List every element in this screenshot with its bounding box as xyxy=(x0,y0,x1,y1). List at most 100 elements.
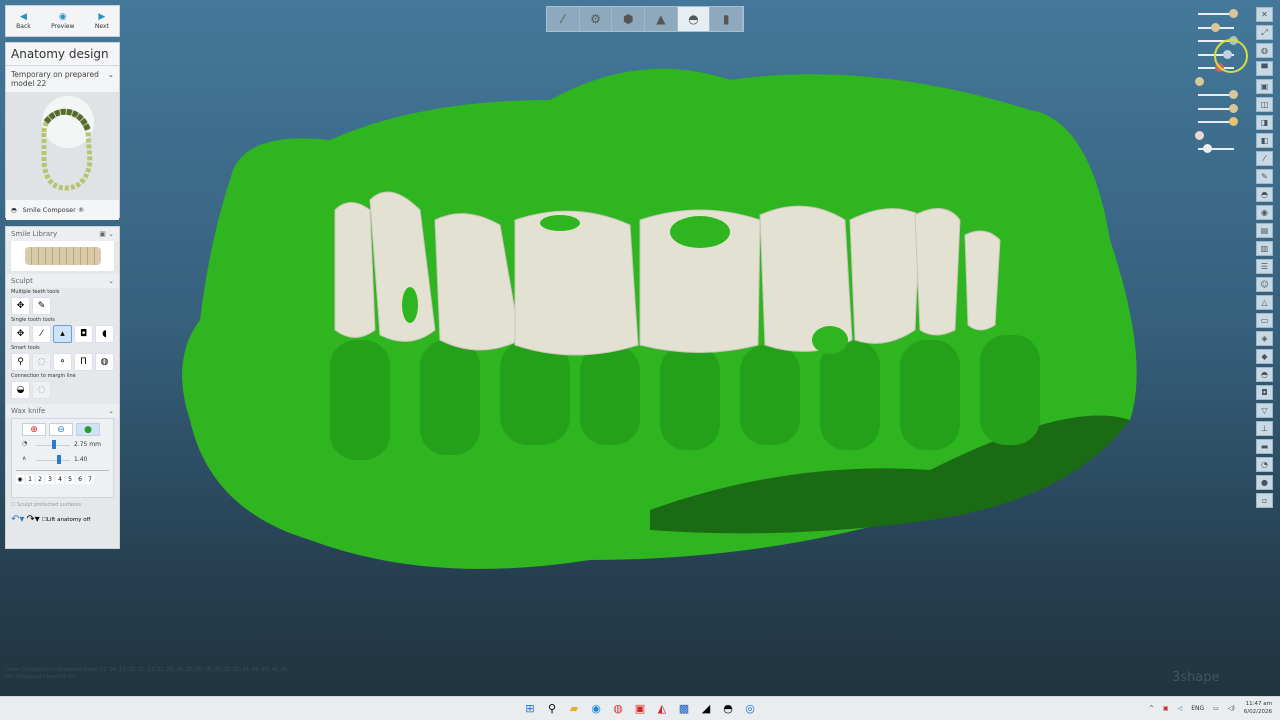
language-indicator[interactable]: ENG xyxy=(1191,705,1204,712)
next-button[interactable]: ▶ Next xyxy=(95,12,109,30)
file-explorer-icon[interactable]: ▰ xyxy=(566,701,582,717)
level-button[interactable]: 3 xyxy=(46,475,54,484)
visibility-slider[interactable] xyxy=(1195,8,1240,22)
volume-icon[interactable]: ◁) xyxy=(1228,705,1235,712)
margin-tool-1[interactable]: ◒ xyxy=(11,381,30,399)
view-icon[interactable]: ◍ xyxy=(1256,43,1273,58)
app-icon[interactable]: ▩ xyxy=(676,701,692,717)
layer-icon[interactable]: ▭ xyxy=(1256,313,1273,328)
visibility-slider[interactable] xyxy=(1195,116,1240,130)
smart-tool-2[interactable]: ◌ xyxy=(32,353,51,371)
smart-tool-4[interactable]: Π xyxy=(74,353,93,371)
undo-button[interactable]: ↶▾ xyxy=(11,514,24,525)
smile-composer-button[interactable]: ◓ Smile Composer ® xyxy=(6,200,119,220)
wax-knife-tool[interactable]: ▴ xyxy=(53,325,72,343)
protect-checkbox[interactable]: ☐ Sculpt protected surfaces xyxy=(6,501,119,509)
tool-icon[interactable]: ▥ xyxy=(1256,241,1273,256)
tool-icon[interactable]: ▫ xyxy=(1256,493,1273,508)
location-icon[interactable]: ◁ xyxy=(1178,705,1183,712)
remove-material-button[interactable]: ⊖ xyxy=(49,423,73,436)
windows-start-icon[interactable]: ⊞ xyxy=(522,701,538,717)
tool-icon[interactable]: ⊥ xyxy=(1256,421,1273,436)
preview-button[interactable]: ◉ Preview xyxy=(51,12,74,30)
crown-step-icon[interactable]: ▮ xyxy=(710,7,744,31)
hat-icon[interactable]: ▀ xyxy=(1256,61,1273,76)
dental-app-icon[interactable]: ◓ xyxy=(720,701,736,717)
crown-icon[interactable]: ◓ xyxy=(1256,367,1273,382)
fit-view-icon[interactable]: ⤢ xyxy=(1256,25,1273,40)
anatomy-step-icon[interactable]: ◓ xyxy=(677,7,711,31)
visibility-slider[interactable] xyxy=(1195,103,1240,117)
restoration-select[interactable]: Temporary on prepared model 22 ⌄ xyxy=(6,66,119,92)
margin-tool-2[interactable]: ◌ xyxy=(32,381,51,399)
network-icon[interactable]: ▭ xyxy=(1213,705,1219,712)
chevron-up-icon[interactable]: ^ xyxy=(1149,705,1154,712)
tool-icon[interactable]: ◘ xyxy=(1256,385,1273,400)
tool-icon[interactable]: ▬ xyxy=(1256,439,1273,454)
3d-dental-model[interactable] xyxy=(170,40,1160,585)
visibility-slider[interactable] xyxy=(1195,22,1240,36)
pdf-icon[interactable]: ◭ xyxy=(654,701,670,717)
tool-icon[interactable]: ◆ xyxy=(1256,349,1273,364)
crown-tool[interactable]: ◘ xyxy=(74,325,93,343)
insertion-step-icon[interactable]: ⬢ xyxy=(612,7,646,31)
redo-button[interactable]: ↷▾ xyxy=(26,514,39,525)
back-button[interactable]: ◀ Back xyxy=(16,12,31,30)
tool-icon[interactable]: ▤ xyxy=(1256,223,1273,238)
visibility-slider[interactable] xyxy=(1195,143,1240,157)
prep-step-icon[interactable]: ⚙ xyxy=(580,7,613,31)
visibility-slider[interactable] xyxy=(1195,89,1240,103)
multi-arch-tool[interactable]: ✎ xyxy=(32,297,51,315)
single-knife-tool[interactable]: ⁄ xyxy=(32,325,51,343)
view-top-icon[interactable]: ◫ xyxy=(1256,97,1273,112)
die-step-icon[interactable]: ▲ xyxy=(645,7,678,31)
level-button[interactable]: 7 xyxy=(86,475,94,484)
tooth-tool-icon[interactable]: ◓ xyxy=(1256,187,1273,202)
smooth-button[interactable]: ● xyxy=(76,423,100,436)
view-front-icon[interactable]: ▣ xyxy=(1256,79,1273,94)
color-icon[interactable]: ● xyxy=(1256,475,1273,490)
view-side-icon[interactable]: ◨ xyxy=(1256,115,1273,130)
lift-anatomy-checkbox[interactable]: ☐Lift anatomy off xyxy=(42,517,91,523)
tool-icon[interactable]: ◈ xyxy=(1256,331,1273,346)
multi-move-tool[interactable]: ✥ xyxy=(11,297,30,315)
view-back-icon[interactable]: ◧ xyxy=(1256,133,1273,148)
level-button[interactable]: 2 xyxy=(36,475,44,484)
tool-icon[interactable]: ☰ xyxy=(1256,259,1273,274)
smart-tool-5[interactable]: ◍ xyxy=(95,353,114,371)
level-button[interactable]: 4 xyxy=(56,475,64,484)
tool-icon[interactable]: ◔ xyxy=(1256,457,1273,472)
smart-tool-1[interactable]: ⚲ xyxy=(11,353,30,371)
wax-knife-header[interactable]: Wax knife ⌄ xyxy=(6,404,119,418)
single-move-tool[interactable]: ✥ xyxy=(11,325,30,343)
app-tray-icon[interactable]: ▣ xyxy=(1163,705,1169,712)
search-icon[interactable]: ⚲ xyxy=(544,701,560,717)
add-material-button[interactable]: ⊕ xyxy=(22,423,46,436)
level-button[interactable]: 1 xyxy=(26,475,34,484)
app-icon[interactable]: ▣ xyxy=(632,701,648,717)
measure-icon[interactable]: ⁄ xyxy=(1256,151,1273,166)
edge-icon[interactable]: ◉ xyxy=(588,701,604,717)
strength-slider[interactable]: ∧ 1.40 xyxy=(22,455,102,465)
app-icon[interactable]: ◢ xyxy=(698,701,714,717)
smart-tool-3[interactable]: ⚬ xyxy=(53,353,72,371)
close-icon[interactable]: ✕ xyxy=(1256,7,1273,22)
visibility-slider[interactable] xyxy=(1195,130,1240,144)
level-button[interactable]: 6 xyxy=(76,475,84,484)
person-icon[interactable]: ☺ xyxy=(1256,277,1273,292)
camera-icon[interactable]: ◉ xyxy=(1256,205,1273,220)
chrome-icon[interactable]: ◍ xyxy=(610,701,626,717)
visibility-slider[interactable] xyxy=(1195,76,1240,90)
shape-tool[interactable]: ◖ xyxy=(95,325,114,343)
teamviewer-icon[interactable]: ◎ xyxy=(742,701,758,717)
smile-library-thumbnail[interactable] xyxy=(11,241,114,271)
clock[interactable]: 11:47 am 6/02/2026 xyxy=(1244,700,1272,716)
smile-library-header[interactable]: Smile Library ▣ ⌄ xyxy=(6,227,119,241)
section-icon[interactable]: △ xyxy=(1256,295,1273,310)
filter-icon[interactable]: ▽ xyxy=(1256,403,1273,418)
level-button[interactable]: 5 xyxy=(66,475,74,484)
margin-step-icon[interactable]: ⁄ xyxy=(547,7,580,31)
tooth-arch-chart[interactable] xyxy=(6,92,119,200)
sculpt-header[interactable]: Sculpt ⌄ xyxy=(6,274,119,288)
pen-icon[interactable]: ✎ xyxy=(1256,169,1273,184)
